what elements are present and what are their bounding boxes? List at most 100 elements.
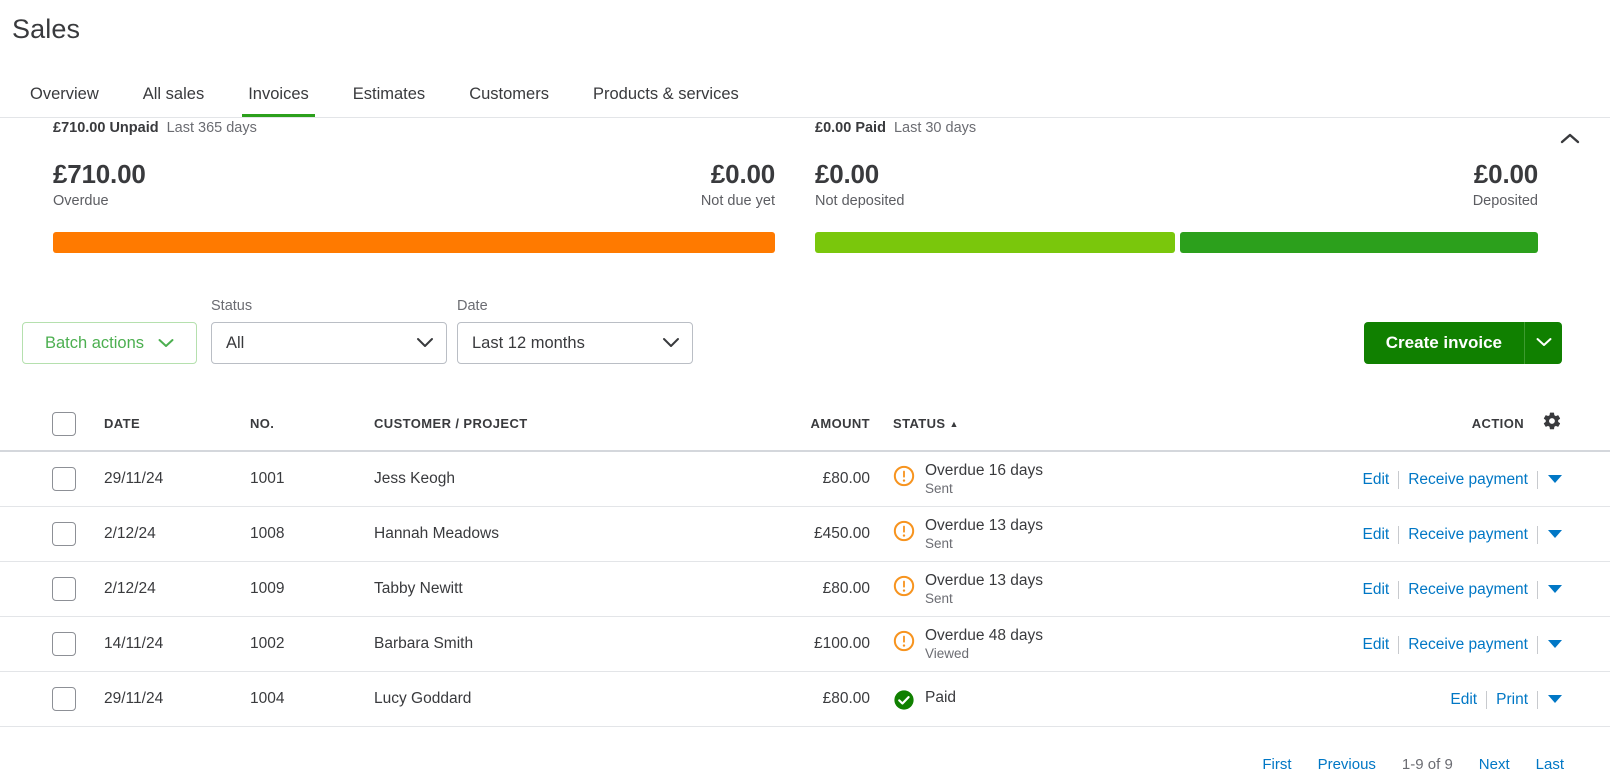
column-header-status-label: STATUS [893,416,946,431]
pagination-last[interactable]: Last [1536,756,1564,773]
overdue-value: £710.00 [53,159,146,189]
tab-estimates[interactable]: Estimates [339,72,439,117]
row-receive-payment-link[interactable]: Receive payment [1399,636,1537,654]
collapse-panel-button[interactable] [1552,125,1588,155]
overdue-bar[interactable] [53,232,775,253]
pagination-next[interactable]: Next [1479,756,1510,773]
row-customer: Barbara Smith [374,635,474,652]
table-settings-button[interactable] [1542,411,1562,436]
sort-ascending-icon: ▲ [949,419,959,429]
not-deposited-bar[interactable] [815,232,1175,253]
row-actions-dropdown-button[interactable] [1538,585,1570,594]
row-status-text: Overdue 48 days Viewed [925,626,1043,663]
table-row[interactable]: 14/11/24 1002 Barbara Smith £100.00 Over… [0,617,1610,672]
deposited-bar[interactable] [1180,232,1538,253]
row-edit-link[interactable]: Edit [1441,691,1486,709]
row-receive-payment-link[interactable]: Receive payment [1399,526,1537,544]
row-amount: £80.00 [822,690,870,707]
batch-actions-label: Batch actions [44,333,145,352]
column-header-customer[interactable]: CUSTOMER / PROJECT [374,416,528,431]
status-filter-label: Status [211,298,253,314]
row-checkbox[interactable] [52,577,76,601]
create-invoice-split-button[interactable]: Create invoice [1363,322,1562,364]
column-header-amount[interactable]: AMOUNT [760,416,870,431]
row-number: 1001 [250,470,285,487]
table-row[interactable]: 2/12/24 1009 Tabby Newitt £80.00 Overdue… [0,562,1610,617]
tab-all-sales[interactable]: All sales [129,72,218,117]
chevron-down-icon [158,334,174,353]
tab-customers[interactable]: Customers [455,72,563,117]
table-header-row: DATE NO. CUSTOMER / PROJECT AMOUNT STATU… [0,398,1610,452]
sales-invoices-page: Sales Overview All sales Invoices Estimates… [0,0,1610,776]
row-amount: £100.00 [813,635,870,652]
row-print-link[interactable]: Print [1487,691,1537,709]
row-receive-payment-link[interactable]: Receive payment [1399,471,1537,489]
row-amount: £80.00 [822,470,870,487]
row-customer: Hannah Meadows [374,525,499,542]
pagination-first[interactable]: First [1262,756,1291,773]
row-status: Overdue 13 days Sent [893,516,1043,553]
select-all-checkbox[interactable] [52,412,76,436]
row-edit-link[interactable]: Edit [1354,526,1399,544]
column-header-date[interactable]: DATE [104,416,140,431]
row-actions-dropdown-button[interactable] [1538,640,1570,649]
row-status-text: Overdue 16 days Sent [925,461,1043,498]
row-receive-payment-link[interactable]: Receive payment [1399,581,1537,599]
not-deposited-label: Not deposited [815,193,905,209]
row-actions-dropdown-button[interactable] [1538,530,1570,539]
row-date: 29/11/24 [104,690,164,707]
pagination-previous[interactable]: Previous [1318,756,1376,773]
tab-overview[interactable]: Overview [16,72,113,117]
row-date: 2/12/24 [104,580,156,597]
row-date: 29/11/24 [104,470,164,487]
warning-icon [893,465,915,492]
row-status: Overdue 16 days Sent [893,461,1043,498]
table-row[interactable]: 29/11/24 1001 Jess Keogh £80.00 Overdue … [0,452,1610,507]
row-edit-link[interactable]: Edit [1354,636,1399,654]
not-deposited-figure[interactable]: £0.00 Not deposited [815,159,904,211]
create-invoice-button[interactable]: Create invoice [1363,322,1524,364]
row-checkbox[interactable] [52,687,76,711]
row-checkbox[interactable] [52,467,76,491]
row-actions: Edit Receive payment [1354,617,1570,672]
table-row[interactable]: 2/12/24 1008 Hannah Meadows £450.00 Over… [0,507,1610,562]
row-checkbox[interactable] [52,632,76,656]
date-filter-select[interactable]: Last 12 months [457,322,693,364]
date-filter-label: Date [457,298,488,314]
paid-bars [815,232,1538,253]
deposited-label: Deposited [1472,193,1538,209]
row-actions-dropdown-button[interactable] [1538,475,1570,484]
filter-toolbar: Batch actions Status All Date Last 12 mo… [0,296,1610,366]
column-header-status[interactable]: STATUS ▲ [893,416,959,431]
row-edit-link[interactable]: Edit [1354,471,1399,489]
status-filter-select[interactable]: All [211,322,447,364]
row-status-text: Paid [925,688,956,707]
paid-summary-card: £0.00 Paid Last 30 days £0.00 Not deposit… [815,119,1538,253]
tab-products-services[interactable]: Products & services [579,72,753,117]
table-body: 29/11/24 1001 Jess Keogh £80.00 Overdue … [0,452,1610,727]
row-status: Paid [893,688,956,716]
warning-icon [893,575,915,602]
tab-invoices[interactable]: Invoices [234,72,323,117]
row-actions-dropdown-button[interactable] [1538,695,1570,704]
row-checkbox[interactable] [52,522,76,546]
create-invoice-dropdown-button[interactable] [1524,322,1562,364]
deposited-figure[interactable]: £0.00 Deposited [1473,159,1538,211]
row-status-main: Paid [925,689,957,706]
overdue-figure[interactable]: £710.00 Overdue [53,159,146,211]
row-status-text: Overdue 13 days Sent [925,516,1043,553]
pagination: First Previous 1-9 of 9 Next Last [0,756,1610,776]
page-title: Sales [12,14,81,44]
not-due-yet-figure[interactable]: £0.00 Not due yet [701,159,775,211]
tab-bar: Overview All sales Invoices Estimates Custom… [0,72,1610,118]
row-actions: Edit Print [1441,672,1570,727]
row-status-sub: Viewed [925,646,970,661]
row-amount: £80.00 [822,580,870,597]
not-due-yet-value: £0.00 [710,159,775,189]
row-edit-link[interactable]: Edit [1354,581,1399,599]
row-amount: £450.00 [813,525,870,542]
status-filter-value: All [226,333,245,352]
batch-actions-button[interactable]: Batch actions [22,322,197,364]
table-row[interactable]: 29/11/24 1004 Lucy Goddard £80.00 Paid E… [0,672,1610,727]
column-header-no[interactable]: NO. [250,416,274,431]
